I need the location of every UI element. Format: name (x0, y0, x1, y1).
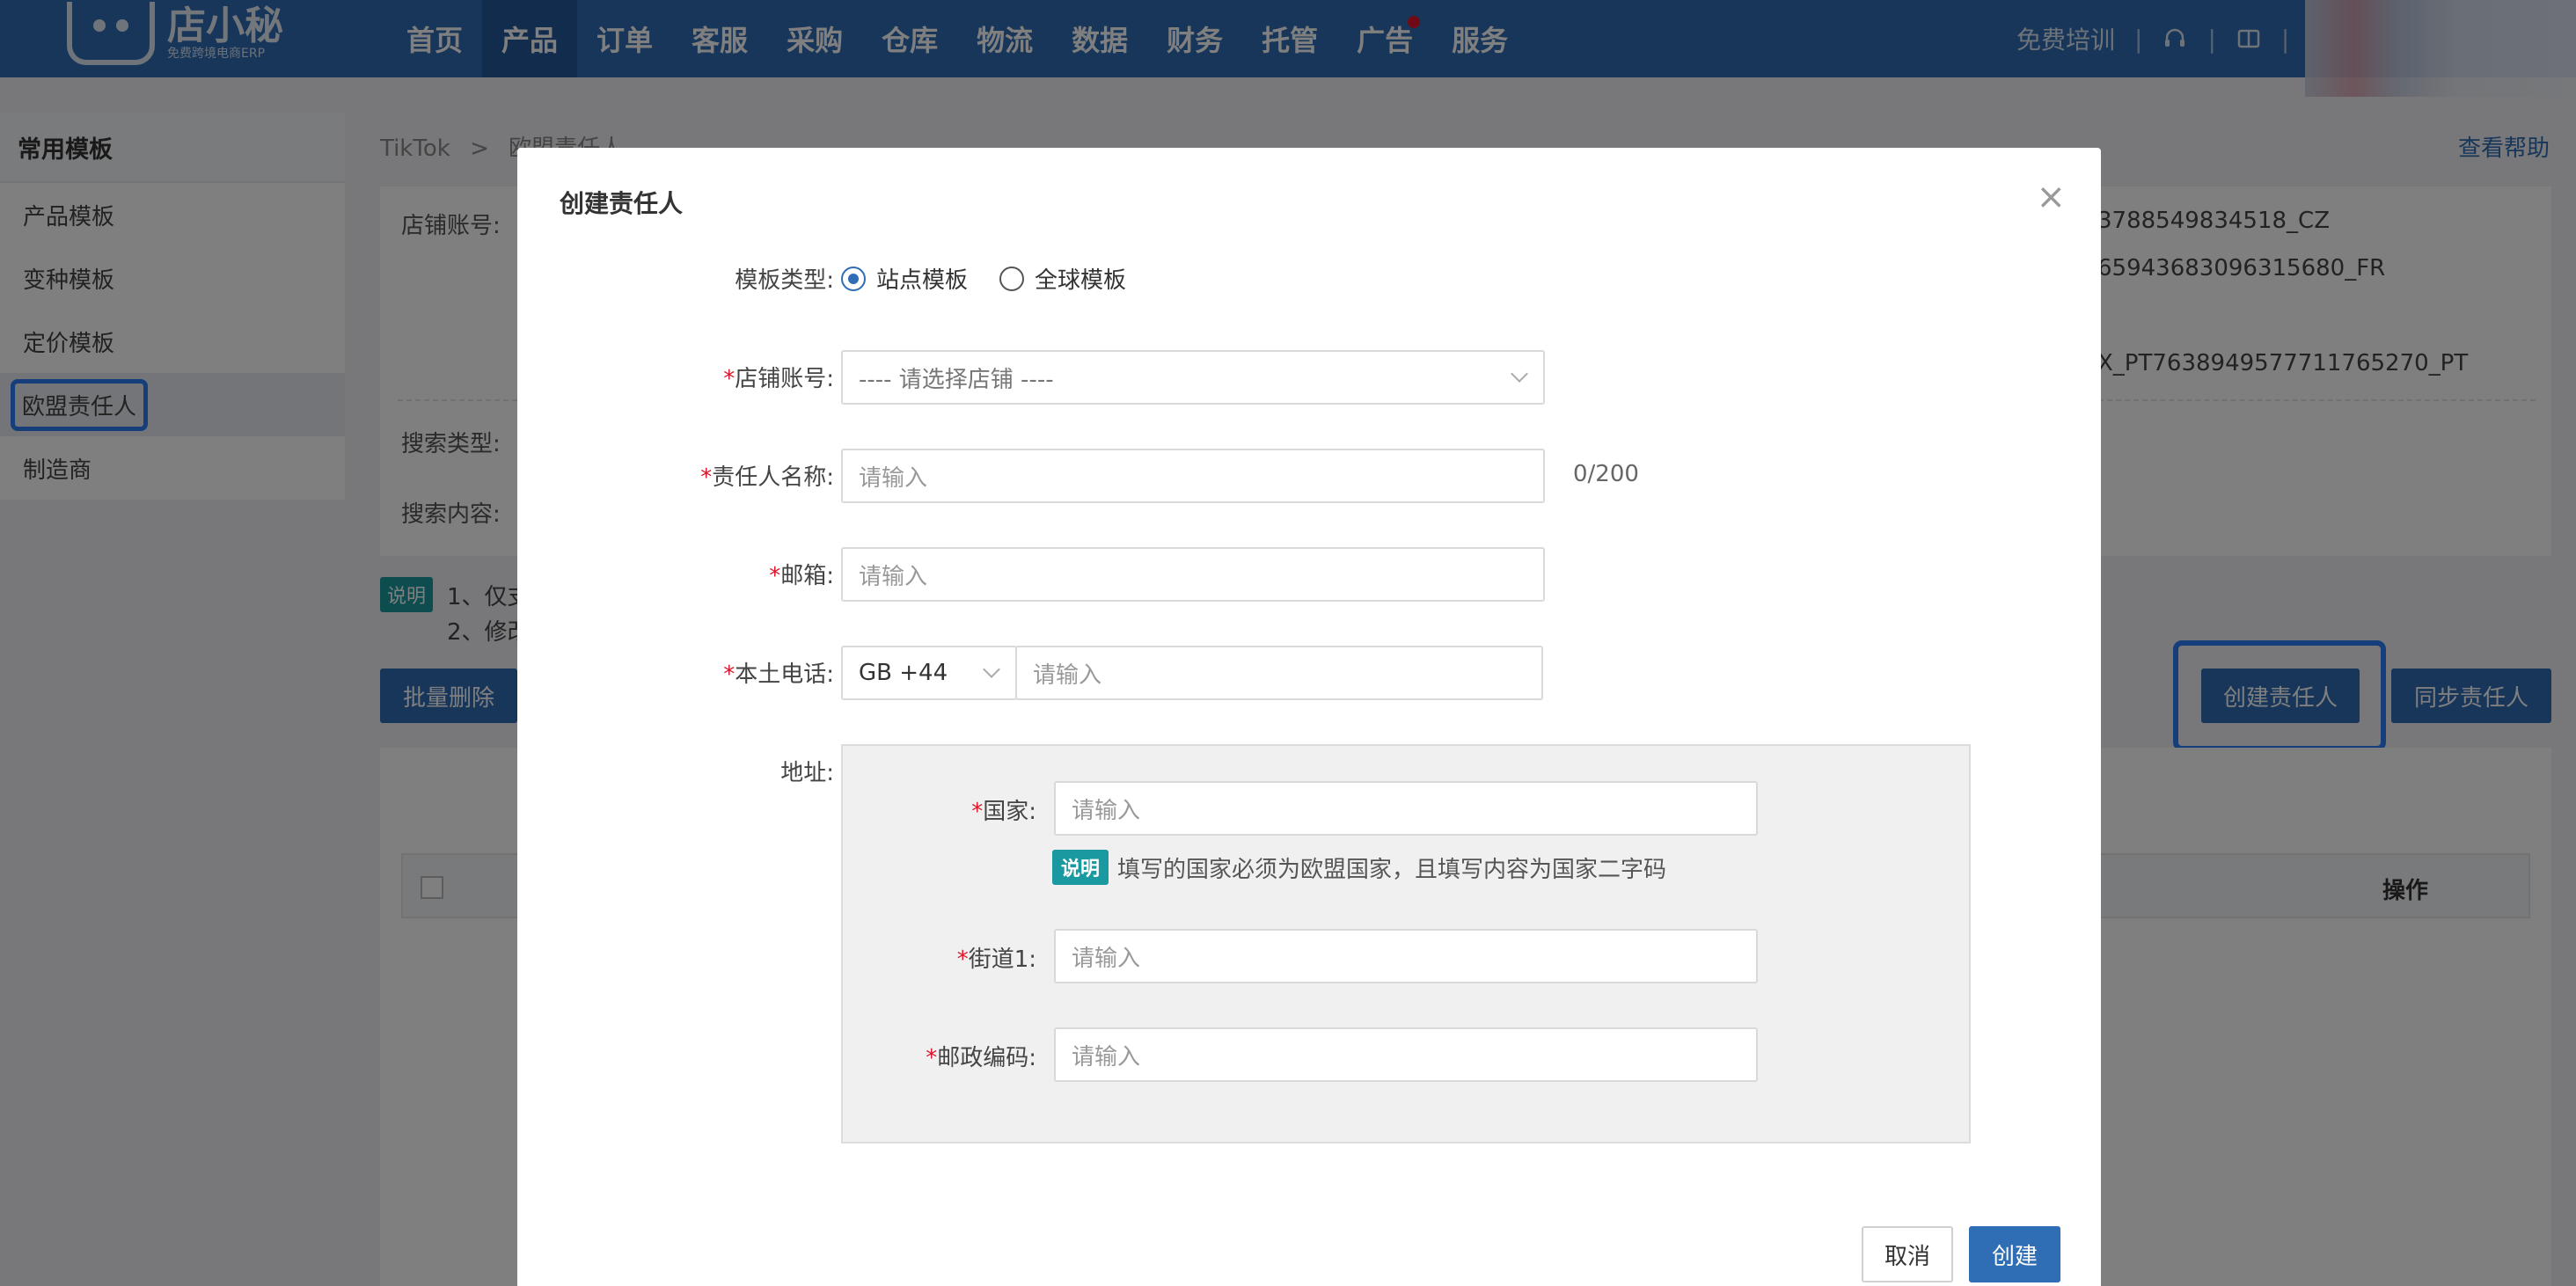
street-input[interactable]: 请输入 (1054, 929, 1758, 983)
input-placeholder: 请输入 (859, 563, 928, 590)
country-label-text: 国家: (983, 799, 1036, 825)
radio-label: 全球模板 (1035, 267, 1127, 294)
dialog-title: 创建责任人 (560, 189, 684, 218)
chevron-down-icon (1511, 365, 1528, 383)
phone-label-text: 本土电话: (735, 661, 834, 688)
street-label-text: 街道1: (968, 946, 1036, 973)
create-responsible-dialog: 创建责任人 × 模板类型: 站点模板 全球模板 *店铺账号: ---- 请选择店… (517, 148, 2101, 1286)
phone-code-select[interactable]: GB +44 (841, 646, 1017, 700)
street-label: *街道1: (956, 946, 1036, 973)
address-label: 地址: (517, 755, 834, 787)
radio-label: 站点模板 (876, 267, 969, 294)
responsible-name-input[interactable]: 请输入 (841, 449, 1545, 503)
postcode-label-text: 邮政编码: (937, 1045, 1036, 1071)
radio-checked-icon (841, 266, 866, 291)
postcode-label: *邮政编码: (926, 1045, 1036, 1071)
input-placeholder: 请输入 (1033, 661, 1102, 689)
tip-text: 填写的国家必须为欧盟国家，且填写内容为国家二字码 (1117, 856, 1667, 883)
input-placeholder: 请输入 (1072, 797, 1141, 824)
address-section: *国家: 请输入 说明 填写的国家必须为欧盟国家，且填写内容为国家二字码 *街道… (841, 744, 1971, 1144)
create-button[interactable]: 创建 (1969, 1226, 2060, 1282)
radio-site-template[interactable]: 站点模板 (841, 262, 968, 295)
email-field[interactable]: 请输入 (841, 547, 1545, 602)
phone-label: *本土电话: (723, 661, 834, 688)
input-placeholder: 请输入 (1072, 945, 1141, 972)
phone-input[interactable]: 请输入 (1015, 646, 1543, 700)
email-label: *邮箱: (769, 563, 834, 589)
address-label-text: 地址: (780, 760, 834, 786)
country-label: *国家: (971, 799, 1036, 825)
input-placeholder: 请输入 (1072, 1043, 1141, 1070)
template-type-label: 模板类型: (517, 262, 834, 295)
responsible-name-label-text: 责任人名称: (712, 464, 834, 491)
country-tip: 说明 填写的国家必须为欧盟国家，且填写内容为国家二字码 (1052, 850, 1666, 885)
cancel-button[interactable]: 取消 (1862, 1226, 1953, 1282)
radio-global-template[interactable]: 全球模板 (999, 262, 1126, 295)
postcode-input[interactable]: 请输入 (1054, 1027, 1758, 1082)
input-placeholder: 请输入 (859, 464, 928, 492)
char-counter: 0/200 (1573, 461, 1639, 487)
store-account-label: *店铺账号: (723, 366, 834, 392)
close-icon[interactable]: × (2036, 179, 2066, 215)
email-label-text: 邮箱: (780, 563, 834, 589)
radio-unchecked-icon (999, 266, 1025, 291)
store-select-placeholder: ---- 请选择店铺 ---- (859, 366, 1054, 393)
responsible-name-label: *责任人名称: (700, 464, 834, 491)
tip-badge: 说明 (1052, 850, 1109, 885)
chevron-down-icon (983, 661, 1000, 678)
template-type-radio-group: 站点模板 全球模板 (841, 262, 1158, 295)
template-type-label-text: 模板类型: (735, 267, 834, 294)
store-select[interactable]: ---- 请选择店铺 ---- (841, 350, 1545, 405)
phone-code-value: GB +44 (859, 660, 948, 686)
country-input[interactable]: 请输入 (1054, 781, 1758, 836)
store-account-label-text: 店铺账号: (735, 366, 834, 392)
